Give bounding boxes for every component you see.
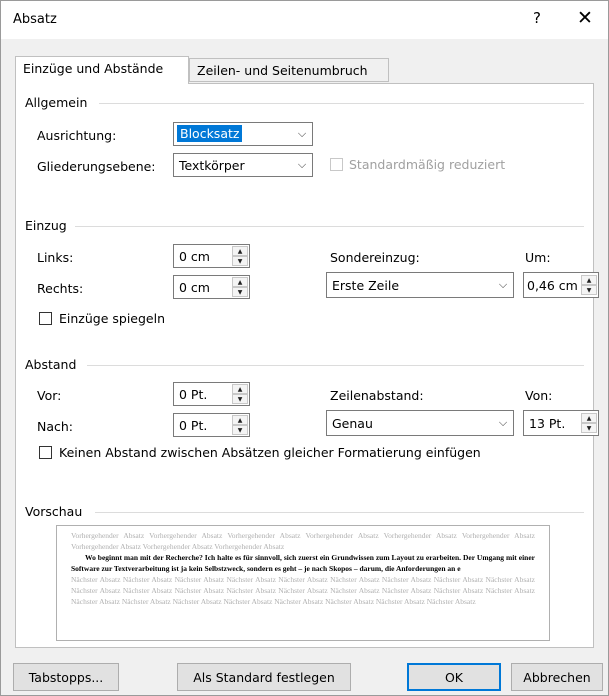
tab-einzuege-abstaende[interactable]: Einzüge und Abstände: [15, 56, 189, 84]
preview-current-paragraph: Wo beginnt man mit der Recherche? Ich ha…: [71, 553, 535, 573]
sondereinzug-select[interactable]: Erste Zeile ⌵: [326, 272, 514, 298]
keinen-abstand-label: Keinen Abstand zwischen Absätzen gleiche…: [59, 445, 481, 460]
spinner-buttons: ▲ ▼: [232, 246, 248, 266]
chevron-down-icon[interactable]: ⌵: [492, 411, 513, 435]
standard-reduziert-checkbox[interactable]: [330, 158, 343, 171]
spin-up-icon[interactable]: ▲: [232, 384, 248, 394]
spin-down-icon[interactable]: ▼: [581, 423, 597, 433]
ok-button-label: OK: [444, 669, 464, 685]
tab-label: Einzüge und Abstände: [23, 61, 164, 76]
abstand-nach-value: 0 Pt.: [179, 418, 208, 433]
einzug-links-label: Links:: [37, 250, 74, 265]
abbrechen-button-label: Abbrechen: [523, 669, 591, 685]
section-title-abstand: Abstand: [25, 357, 77, 372]
paragraph-preview: Vorhergehender Absatz Vorhergehender Abs…: [56, 525, 550, 641]
spinner-buttons: ▲ ▼: [232, 384, 248, 404]
einzug-rechts-spinner[interactable]: 0 cm ▲ ▼: [173, 275, 250, 299]
dialog-title: Absatz: [13, 12, 57, 27]
ausrichtung-select[interactable]: Blocksatz ⌵: [173, 122, 313, 146]
um-spinner[interactable]: 0,46 cm ▲ ▼: [523, 272, 599, 298]
standard-reduziert-label: Standardmäßig reduziert: [349, 157, 506, 172]
von-label: Von:: [525, 388, 553, 403]
gliederungsebene-value: Textkörper: [179, 158, 245, 173]
tabstopps-button-label: Tabstopps...: [28, 669, 104, 685]
spin-up-icon[interactable]: ▲: [232, 277, 248, 287]
von-value: 13 Pt.: [529, 416, 566, 431]
tab-zeilen-seitenumbruch[interactable]: Zeilen- und Seitenumbruch: [189, 58, 389, 82]
abstand-nach-spinner[interactable]: 0 Pt. ▲ ▼: [173, 413, 250, 437]
paragraph-dialog: Absatz ? ✕ Einzüge und Abstände Zeilen- …: [0, 0, 609, 696]
um-value: 0,46 cm: [527, 278, 578, 293]
einzug-rechts-label: Rechts:: [37, 281, 84, 296]
section-divider: [87, 365, 584, 366]
spin-up-icon[interactable]: ▲: [232, 415, 248, 425]
einzuege-spiegeln-checkbox[interactable]: [39, 312, 52, 325]
spin-down-icon[interactable]: ▼: [232, 287, 248, 297]
spin-down-icon[interactable]: ▼: [232, 425, 248, 435]
chevron-down-icon[interactable]: ⌵: [492, 273, 513, 297]
chevron-down-icon[interactable]: ⌵: [291, 123, 312, 145]
zeilenabstand-label: Zeilenabstand:: [330, 388, 424, 403]
section-title-vorschau: Vorschau: [25, 504, 83, 519]
abstand-vor-label: Vor:: [37, 388, 62, 403]
spinner-buttons: ▲ ▼: [232, 415, 248, 435]
ok-button[interactable]: OK: [407, 663, 501, 691]
section-divider: [95, 512, 584, 513]
spin-up-icon[interactable]: ▲: [232, 246, 248, 256]
ausrichtung-value: Blocksatz: [177, 125, 243, 142]
close-icon[interactable]: ✕: [577, 7, 593, 29]
abstand-vor-value: 0 Pt.: [179, 387, 208, 402]
abstand-nach-label: Nach:: [37, 419, 74, 434]
section-divider: [99, 103, 584, 104]
abstand-vor-spinner[interactable]: 0 Pt. ▲ ▼: [173, 382, 250, 406]
einzuege-spiegeln-label: Einzüge spiegeln: [59, 311, 166, 326]
spinner-buttons: ▲ ▼: [581, 413, 597, 433]
einzug-links-spinner[interactable]: 0 cm ▲ ▼: [173, 244, 250, 268]
spinner-buttons: ▲ ▼: [232, 277, 248, 297]
ausrichtung-label: Ausrichtung:: [37, 128, 117, 143]
spin-up-icon[interactable]: ▲: [581, 275, 597, 285]
tabstopps-button[interactable]: Tabstopps...: [13, 663, 119, 691]
preview-previous-paragraph: Vorhergehender Absatz Vorhergehender Abs…: [71, 531, 535, 551]
section-title-einzug: Einzug: [25, 218, 67, 233]
sondereinzug-value: Erste Zeile: [332, 278, 400, 293]
gliederungsebene-select[interactable]: Textkörper ⌵: [173, 153, 313, 177]
spinner-buttons: ▲ ▼: [581, 275, 597, 295]
spin-down-icon[interactable]: ▼: [232, 256, 248, 266]
spin-down-icon[interactable]: ▼: [581, 285, 597, 295]
zeilenabstand-value: Genau: [332, 416, 373, 431]
help-button[interactable]: ?: [533, 9, 541, 27]
tab-label: Zeilen- und Seitenumbruch: [197, 63, 368, 78]
sondereinzug-label: Sondereinzug:: [330, 250, 420, 265]
einzug-rechts-value: 0 cm: [179, 280, 210, 295]
einzug-links-value: 0 cm: [179, 249, 210, 264]
section-title-allgemein: Allgemein: [25, 95, 88, 110]
preview-next-paragraph: Nächster Absatz Nächster Absatz Nächster…: [71, 575, 535, 606]
chevron-down-icon[interactable]: ⌵: [291, 154, 312, 176]
gliederungsebene-label: Gliederungsebene:: [37, 159, 156, 174]
als-standard-festlegen-button[interactable]: Als Standard festlegen: [177, 663, 351, 691]
spin-down-icon[interactable]: ▼: [232, 394, 248, 404]
als-standard-festlegen-button-label: Als Standard festlegen: [193, 669, 335, 685]
title-bar: Absatz ? ✕: [1, 1, 608, 39]
von-spinner[interactable]: 13 Pt. ▲ ▼: [523, 410, 599, 436]
um-label: Um:: [525, 250, 551, 265]
keinen-abstand-checkbox[interactable]: [39, 446, 52, 459]
zeilenabstand-select[interactable]: Genau ⌵: [326, 410, 514, 436]
spin-up-icon[interactable]: ▲: [581, 413, 597, 423]
abbrechen-button[interactable]: Abbrechen: [511, 663, 603, 691]
section-divider: [75, 226, 584, 227]
